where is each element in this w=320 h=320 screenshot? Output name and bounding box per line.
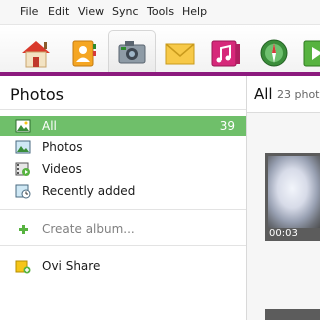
sidebar-title: Photos	[10, 85, 64, 104]
divider	[0, 109, 246, 110]
plus-icon	[15, 221, 31, 237]
menu-help[interactable]: Help	[182, 5, 207, 18]
thumbnail-image	[268, 156, 320, 228]
create-album-button[interactable]: Create album...	[0, 219, 246, 239]
all-photos-icon	[15, 118, 31, 134]
menu-edit[interactable]: Edit	[48, 5, 69, 18]
contacts-icon[interactable]	[64, 33, 104, 73]
videos-icon	[15, 161, 31, 177]
music-icon[interactable]	[206, 33, 246, 73]
menu-view[interactable]: View	[78, 5, 104, 18]
menu-tools[interactable]: Tools	[147, 5, 174, 18]
sidebar-item-all[interactable]: All 39	[0, 116, 246, 136]
recently-added-icon	[15, 183, 31, 199]
sidebar-item-label: All	[42, 119, 57, 133]
sidebar-item-label: Ovi Share	[42, 259, 101, 273]
sidebar: Photos All 39 Photos Videos Recently add…	[0, 76, 247, 320]
content-header: All 23 phot	[247, 76, 320, 113]
maps-icon[interactable]	[254, 33, 294, 73]
sidebar-item-ovi-share[interactable]: Ovi Share	[0, 256, 246, 276]
content-title: All	[254, 85, 273, 103]
menu-sync[interactable]: Sync	[112, 5, 139, 18]
sidebar-item-videos[interactable]: Videos	[0, 159, 246, 179]
home-icon[interactable]	[16, 33, 56, 73]
main-toolbar	[0, 25, 320, 77]
video-thumbnail[interactable]: 00:03	[265, 153, 320, 241]
sidebar-item-label: Photos	[42, 140, 83, 154]
menu-bar: File Edit View Sync Tools Help	[0, 0, 320, 25]
thumbnail-partial[interactable]	[265, 309, 320, 320]
content-count: 23 phot	[277, 88, 320, 101]
video-duration: 00:03	[269, 228, 298, 239]
divider	[0, 209, 246, 210]
photos-icon	[15, 139, 31, 155]
sidebar-item-photos[interactable]: Photos	[0, 137, 246, 157]
content-area: 00:03	[247, 113, 320, 320]
sidebar-item-recently-added[interactable]: Recently added	[0, 181, 246, 201]
sidebar-item-label: Videos	[42, 162, 82, 176]
photos-icon[interactable]	[108, 30, 156, 77]
divider	[0, 245, 246, 246]
messages-icon[interactable]	[160, 33, 200, 73]
ovi-share-icon	[15, 258, 31, 274]
video-icon[interactable]	[300, 33, 320, 73]
menu-file[interactable]: File	[20, 5, 38, 18]
create-album-label: Create album...	[42, 222, 135, 236]
sidebar-item-count: 39	[219, 119, 235, 133]
sidebar-item-label: Recently added	[42, 184, 136, 198]
